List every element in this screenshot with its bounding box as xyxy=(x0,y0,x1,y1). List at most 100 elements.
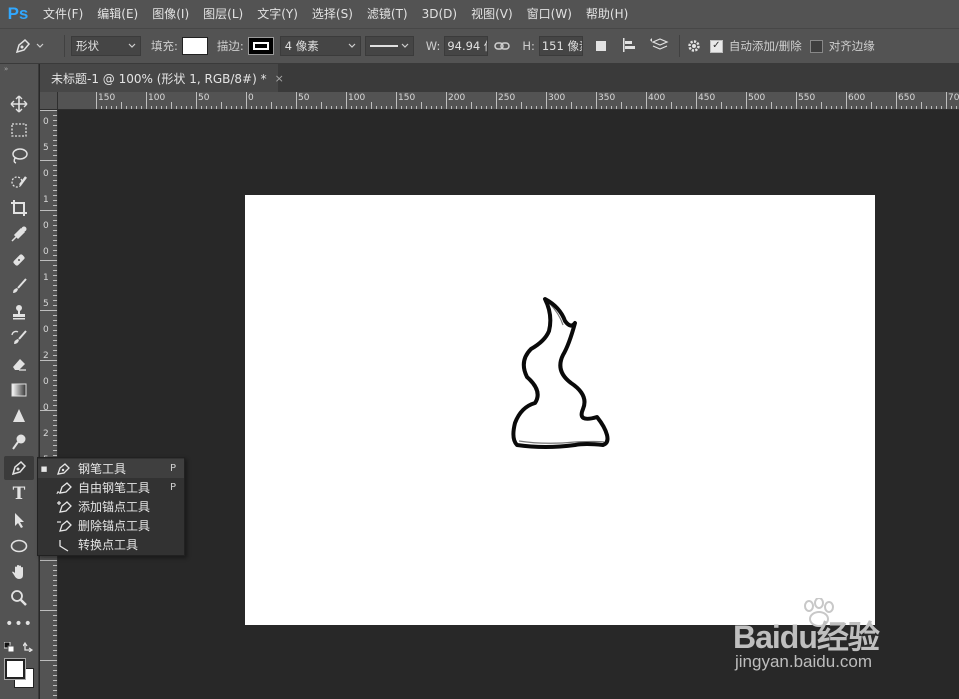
more-tools[interactable]: ••• xyxy=(4,612,34,636)
flyout-item-delete-anchor[interactable]: 删除锚点工具 xyxy=(38,516,184,535)
gear-icon[interactable] xyxy=(686,38,702,54)
path-arrangement-button[interactable] xyxy=(649,37,673,56)
ruler-minor-tick xyxy=(40,610,57,611)
ruler-label: 250 xyxy=(498,93,516,103)
width-value: 94.94 像 xyxy=(447,39,487,53)
pen-icon xyxy=(15,38,31,54)
path-select-tool[interactable] xyxy=(4,508,34,532)
stroke-width-field[interactable]: 4 像素 xyxy=(279,36,361,56)
ruler-label: 0 xyxy=(43,117,49,127)
stroke-swatch[interactable] xyxy=(247,37,274,55)
foreground-color-swatch[interactable] xyxy=(4,658,26,680)
path-alignment-button[interactable] xyxy=(621,37,641,56)
history-brush-tool[interactable] xyxy=(4,326,34,350)
menu-help[interactable]: 帮助(H) xyxy=(579,0,635,28)
crop-tool[interactable] xyxy=(4,196,34,220)
ruler-minor-tick xyxy=(40,310,57,311)
menu-type[interactable]: 文字(Y) xyxy=(250,0,305,28)
drawn-shape-path[interactable] xyxy=(245,195,875,625)
vertical-ruler[interactable]: 0501001502002505 xyxy=(40,110,58,699)
ruler-label: 0 xyxy=(43,377,49,387)
swap-colors-icon[interactable] xyxy=(22,640,35,653)
ruler-label: 150 xyxy=(98,93,116,103)
flyout-shortcut: P xyxy=(170,482,177,493)
ruler-label: 50 xyxy=(298,93,310,103)
menu-file[interactable]: 文件(F) xyxy=(36,0,90,28)
link-icon[interactable] xyxy=(494,40,511,52)
ruler-origin[interactable] xyxy=(40,92,58,110)
ellipse-tool[interactable] xyxy=(4,534,34,558)
ruler-major-tick xyxy=(496,92,497,109)
zoom-tool[interactable] xyxy=(4,586,34,610)
flyout-label: 钢笔工具 xyxy=(78,462,127,476)
auto-add-delete-checkbox[interactable]: ✓ xyxy=(709,39,723,53)
width-label: W: xyxy=(425,39,441,53)
brush-tool[interactable] xyxy=(4,274,34,298)
menu-filter[interactable]: 滤镜(T) xyxy=(360,0,415,28)
stamp-tool[interactable] xyxy=(4,300,34,324)
chevron-down-icon xyxy=(128,43,136,48)
delete-anchor-icon xyxy=(57,519,72,532)
menu-edit[interactable]: 编辑(E) xyxy=(90,0,145,28)
document-canvas[interactable] xyxy=(245,195,875,625)
ruler-label: 2 xyxy=(43,429,49,439)
gradient-tool[interactable] xyxy=(4,378,34,402)
menu-select[interactable]: 选择(S) xyxy=(305,0,360,28)
default-colors-icon[interactable] xyxy=(3,641,15,653)
width-field[interactable]: 94.94 像 xyxy=(444,36,489,56)
marquee-icon xyxy=(11,123,27,137)
flyout-item-add-anchor[interactable]: 添加锚点工具 xyxy=(38,497,184,516)
marquee-tool[interactable] xyxy=(4,118,34,142)
toolbox-collapse-handle[interactable]: » xyxy=(0,64,39,74)
tool-preset-picker[interactable] xyxy=(14,37,58,55)
menu-window[interactable]: 窗口(W) xyxy=(520,0,579,28)
app-logo[interactable]: Ps xyxy=(0,0,36,28)
ruler-label: 0 xyxy=(43,325,49,335)
ruler-minor-tick xyxy=(40,560,57,561)
watermark-url: jingyan.baidu.com xyxy=(735,652,873,671)
path-operations-button[interactable] xyxy=(595,40,613,52)
menu-layer[interactable]: 图层(L) xyxy=(196,0,250,28)
divider xyxy=(678,35,680,57)
flyout-item-convert-point[interactable]: 转换点工具 xyxy=(38,535,184,554)
mode-select[interactable]: 形状 xyxy=(71,36,141,56)
ruler-major-tick xyxy=(96,92,97,109)
options-bar: 形状 填充: 描边: 4 像素 W: 94.94 像 H: 151 像素 ✓ xyxy=(0,28,959,64)
document-tab-bar: 未标题-1 @ 100% (形状 1, RGB/8#) * × xyxy=(40,64,959,92)
move-tool[interactable] xyxy=(4,92,34,116)
sharpen-tool[interactable] xyxy=(4,404,34,428)
document-tab[interactable]: 未标题-1 @ 100% (形状 1, RGB/8#) * × xyxy=(40,64,284,92)
quick-select-tool[interactable] xyxy=(4,170,34,194)
menu-view[interactable]: 视图(V) xyxy=(464,0,520,28)
stroke-type-select[interactable] xyxy=(364,36,414,56)
close-icon[interactable]: × xyxy=(275,72,284,85)
ruler-major-tick xyxy=(896,92,897,109)
ruler-minor-tick xyxy=(40,110,57,111)
stroke-swatch-preview xyxy=(252,42,269,50)
flyout-item-freeform-pen[interactable]: 自由钢笔工具 P xyxy=(38,478,184,497)
lasso-tool[interactable] xyxy=(4,144,34,168)
eraser-tool[interactable] xyxy=(4,352,34,376)
pen-tool[interactable] xyxy=(4,456,34,480)
flyout-item-pen[interactable]: ■ 钢笔工具 P xyxy=(38,459,184,478)
eyedropper-tool[interactable] xyxy=(4,222,34,246)
height-label: H: xyxy=(522,39,535,53)
flyout-label: 添加锚点工具 xyxy=(78,500,151,514)
chevron-down-icon xyxy=(36,43,44,48)
freeform-pen-icon xyxy=(56,481,72,494)
gradient-icon xyxy=(11,383,27,397)
fill-swatch[interactable] xyxy=(181,37,208,55)
healing-tool[interactable] xyxy=(4,248,34,272)
menu-3d[interactable]: 3D(D) xyxy=(415,0,464,28)
hand-tool[interactable] xyxy=(4,560,34,584)
height-field[interactable]: 151 像素 xyxy=(538,36,583,56)
ruler-label: 650 xyxy=(898,93,916,103)
pen-icon xyxy=(11,460,27,476)
ruler-label: 0 xyxy=(43,221,49,231)
menu-image[interactable]: 图像(I) xyxy=(145,0,196,28)
lasso-icon xyxy=(12,148,28,164)
dodge-tool[interactable] xyxy=(4,430,34,454)
align-edges-checkbox[interactable] xyxy=(809,39,823,53)
type-tool[interactable]: T xyxy=(4,482,34,506)
horizontal-ruler[interactable]: 150 100 50 0 50 100 150 200 250 300 350 400 450 500 55… xyxy=(58,92,959,110)
